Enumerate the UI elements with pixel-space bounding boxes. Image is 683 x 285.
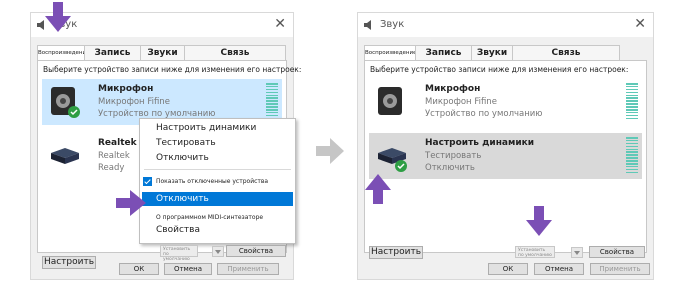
title-bar: Звук ✕ xyxy=(358,13,653,37)
device-speakers-selected[interactable]: Настроить динамики Тестировать Отключить xyxy=(369,133,642,179)
device-name: Микрофон xyxy=(425,84,481,94)
device-desc: Микрофон Fifine xyxy=(425,97,497,107)
tab-recording[interactable]: Запись xyxy=(415,45,472,60)
device-status: Отключить xyxy=(425,163,475,173)
device-desc: Тестировать xyxy=(425,151,482,161)
menu-separator xyxy=(144,169,291,170)
menu-item-disable[interactable]: Отключить xyxy=(156,153,209,163)
arrow-right-indicator xyxy=(116,190,146,216)
sound-card-icon xyxy=(51,148,79,164)
ok-button[interactable]: ОК xyxy=(119,263,159,275)
properties-button[interactable]: Свойства xyxy=(226,245,286,257)
arrow-down-indicator xyxy=(45,2,71,32)
device-list-pane: Выберите устройство записи ниже для изме… xyxy=(364,60,647,259)
device-desc: Микрофон Fifine xyxy=(98,97,170,107)
apply-button[interactable]: Применить xyxy=(217,263,279,275)
checkbox-checked-icon[interactable] xyxy=(143,177,152,186)
level-meter xyxy=(266,83,278,121)
instruction-text: Выберите устройство записи ниже для изме… xyxy=(43,65,302,74)
level-meter xyxy=(626,83,638,121)
tab-communications[interactable]: Связь xyxy=(512,45,620,60)
close-icon[interactable]: ✕ xyxy=(274,16,286,32)
set-default-button[interactable]: Установить по умолчанию xyxy=(160,245,198,262)
context-menu: Настроить динамики Тестировать Отключить… xyxy=(139,118,296,244)
menu-item-properties[interactable]: Свойства xyxy=(156,225,200,235)
properties-button[interactable]: Свойства xyxy=(589,246,645,258)
chevron-down-icon[interactable] xyxy=(571,247,583,258)
set-default-button[interactable]: Установить по умолчанию xyxy=(515,246,555,258)
menu-item-about-midi[interactable]: О программном MIDI-синтезаторе xyxy=(156,214,263,221)
tab-playback[interactable]: Воспроизведение xyxy=(37,45,89,61)
device-status: Устройство по умолчанию xyxy=(425,109,543,119)
instruction-text: Выберите устройство записи ниже для изме… xyxy=(370,65,629,74)
window-title: Звук xyxy=(380,19,405,30)
device-name: Микрофон xyxy=(98,84,154,94)
menu-item-test[interactable]: Тестировать xyxy=(156,138,216,148)
menu-item-configure-speakers[interactable]: Настроить динамики xyxy=(156,123,256,133)
chevron-down-icon[interactable] xyxy=(212,246,224,257)
tab-strip: Воспроизведение Запись Звуки Связь xyxy=(364,45,620,61)
sound-card-icon xyxy=(378,148,407,172)
cancel-button[interactable]: Отмена xyxy=(164,263,212,275)
menu-item-show-disabled[interactable]: Показать отключенные устройства xyxy=(156,178,268,185)
tab-playback[interactable]: Воспроизведение xyxy=(364,45,416,61)
cancel-button[interactable]: Отмена xyxy=(534,263,584,275)
device-desc: Realtek xyxy=(98,151,130,161)
configure-button[interactable]: Настроить xyxy=(42,256,96,269)
sound-dialog-right: Звук ✕ Воспроизведение Запись Звуки Связ… xyxy=(357,12,654,280)
close-icon[interactable]: ✕ xyxy=(634,16,646,32)
transition-arrow-icon xyxy=(316,138,344,164)
tab-sounds[interactable]: Звуки xyxy=(471,45,513,60)
tab-recording[interactable]: Запись xyxy=(84,45,141,60)
device-microphone[interactable]: Микрофон Микрофон Fifine Устройство по у… xyxy=(369,79,642,125)
arrow-down-indicator xyxy=(526,206,552,236)
ok-button[interactable]: ОК xyxy=(488,263,528,275)
microphone-device-icon xyxy=(51,87,80,118)
device-name: Realtek xyxy=(98,138,137,148)
tab-sounds[interactable]: Звуки xyxy=(140,45,185,60)
speaker-icon xyxy=(364,20,371,30)
device-status: Ready xyxy=(98,163,125,173)
menu-item-disable-highlighted[interactable]: Отключить xyxy=(142,192,293,206)
apply-button[interactable]: Применить xyxy=(590,263,650,275)
level-meter xyxy=(626,137,638,175)
device-name: Настроить динамики xyxy=(425,138,535,148)
tab-communications[interactable]: Связь xyxy=(184,45,286,60)
tab-strip: Воспроизведение Запись Звуки Связь xyxy=(37,45,286,61)
microphone-device-icon xyxy=(378,87,402,115)
configure-button[interactable]: Настроить xyxy=(369,246,423,259)
arrow-up-indicator xyxy=(365,174,391,204)
